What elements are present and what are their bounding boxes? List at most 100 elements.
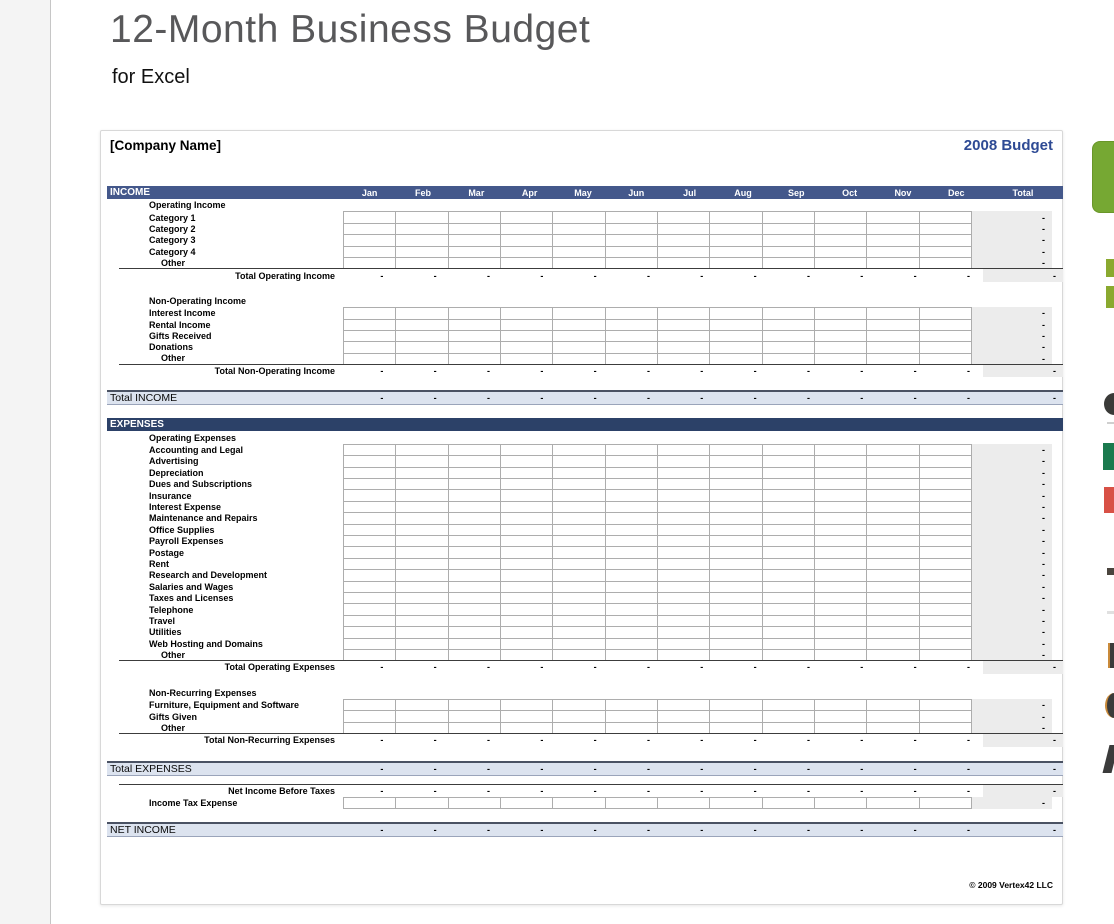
- month-header: Dec: [930, 188, 983, 198]
- row-spacer: [107, 377, 1063, 390]
- row-spacer: [107, 405, 1063, 418]
- total-cell: -: [983, 734, 1063, 746]
- input-row: Income Tax Expense -: [107, 797, 1063, 809]
- cutoff-dark-circle-icon: [1104, 393, 1114, 415]
- total-cell: -: [972, 797, 1052, 809]
- month-header: May: [556, 188, 609, 198]
- total-month-value: -: [770, 734, 823, 746]
- total-month-value: -: [450, 785, 503, 797]
- total-month-value: -: [503, 661, 556, 673]
- grand-month-value: -: [823, 824, 876, 836]
- total-month-value: -: [716, 661, 769, 673]
- cutoff-green-button[interactable]: [1092, 141, 1114, 213]
- total-month-value: -: [930, 269, 983, 281]
- sheet-cell: [552, 797, 605, 809]
- subsection-row: Non-Recurring Expenses: [107, 687, 1063, 699]
- total-month-value: -: [716, 365, 769, 377]
- grand-month-value: -: [876, 763, 929, 775]
- row-label: Income Tax Expense: [107, 797, 343, 809]
- subsection-label: Operating Income: [107, 199, 343, 211]
- total-month-value: -: [503, 734, 556, 746]
- cutoff-divider: [1107, 422, 1114, 424]
- grand-month-value: -: [343, 763, 396, 775]
- total-month-value: -: [610, 661, 663, 673]
- total-month-value: -: [450, 269, 503, 281]
- subsection-row: Non-Operating Income: [107, 295, 1063, 307]
- total-cell: -: [983, 365, 1063, 377]
- grand-month-value: -: [716, 824, 769, 836]
- grand-month-value: -: [503, 392, 556, 404]
- spreadsheet-preview: [Company Name] 2008 Budget INCOMEJanFebM…: [100, 130, 1063, 905]
- cutoff-dark-dash-icon: [1107, 568, 1114, 575]
- total-month-value: -: [876, 269, 929, 281]
- grand-month-value: -: [450, 824, 503, 836]
- grand-month-value: -: [716, 763, 769, 775]
- grand-month-value: -: [343, 392, 396, 404]
- grand-month-value: -: [876, 824, 929, 836]
- month-header: Mar: [450, 188, 503, 198]
- grand-total-row: NET INCOME-------------: [107, 822, 1063, 837]
- grand-month-value: -: [503, 824, 556, 836]
- grand-total-row: Total EXPENSES-------------: [107, 761, 1063, 776]
- month-header: Apr: [503, 188, 556, 198]
- total-row: Total Operating Expenses-------------: [107, 661, 1063, 673]
- total-cell: -: [983, 269, 1063, 281]
- income-header-bar: INCOMEJanFebMarAprMayJunJulAugSepOctNovD…: [107, 186, 1063, 199]
- grand-month-value: -: [450, 392, 503, 404]
- section-header-label: EXPENSES: [107, 419, 343, 430]
- grand-total-row: Total INCOME-------------: [107, 390, 1063, 405]
- total-month-value: -: [770, 365, 823, 377]
- sheet-table: INCOMEJanFebMarAprMayJunJulAugSepOctNovD…: [107, 186, 1063, 837]
- copyright-text: © 2009 Vertex42 LLC: [969, 880, 1053, 890]
- total-row-label: Total Non-Operating Income: [107, 365, 343, 377]
- total-month-value: -: [876, 365, 929, 377]
- total-row: Total Non-Recurring Expenses------------…: [107, 734, 1063, 746]
- total-cell: -: [983, 661, 1063, 673]
- cutoff-dark-slant-icon: [1103, 745, 1114, 773]
- total-month-value: -: [930, 661, 983, 673]
- total-month-value: -: [396, 269, 449, 281]
- subsection-label: Non-Recurring Expenses: [107, 687, 343, 699]
- total-month-value: -: [716, 734, 769, 746]
- section-header-label: INCOME: [107, 187, 343, 198]
- total-month-value: -: [610, 734, 663, 746]
- total-month-value: -: [450, 661, 503, 673]
- total-month-value: -: [343, 785, 396, 797]
- company-name: [Company Name]: [110, 138, 221, 153]
- total-month-value: -: [343, 661, 396, 673]
- grand-month-value: -: [823, 392, 876, 404]
- total-month-value: -: [823, 661, 876, 673]
- sheet-cell: [866, 797, 919, 809]
- total-month-value: -: [663, 734, 716, 746]
- grand-month-value: -: [930, 763, 983, 775]
- grand-month-value: -: [396, 824, 449, 836]
- subsection-label: Operating Expenses: [107, 431, 343, 443]
- total-month-value: -: [556, 734, 609, 746]
- grand-total-label: Total EXPENSES: [107, 763, 343, 775]
- total-row-label: Total Operating Income: [107, 269, 343, 281]
- total-row-label: Net Income Before Taxes: [107, 785, 343, 797]
- total-month-value: -: [930, 365, 983, 377]
- grand-month-value: -: [503, 763, 556, 775]
- month-header: Sep: [770, 188, 823, 198]
- grand-month-value: -: [556, 763, 609, 775]
- month-header: Feb: [396, 188, 449, 198]
- cutoff-dark-half-circle-icon: [1105, 693, 1114, 718]
- total-month-value: -: [503, 365, 556, 377]
- total-month-value: -: [663, 661, 716, 673]
- grand-month-value: -: [716, 392, 769, 404]
- grand-month-value: -: [770, 392, 823, 404]
- sheet-cell: [448, 797, 501, 809]
- total-cell: -: [983, 763, 1063, 775]
- sheet-cell: [814, 797, 867, 809]
- total-month-value: -: [876, 785, 929, 797]
- total-month-value: -: [503, 269, 556, 281]
- total-month-value: -: [663, 365, 716, 377]
- grand-month-value: -: [610, 392, 663, 404]
- page-title: 12-Month Business Budget: [110, 8, 590, 52]
- grand-month-value: -: [343, 824, 396, 836]
- sheet-cell: [343, 797, 396, 809]
- total-month-value: -: [503, 785, 556, 797]
- total-month-value: -: [930, 785, 983, 797]
- total-month-value: -: [876, 734, 929, 746]
